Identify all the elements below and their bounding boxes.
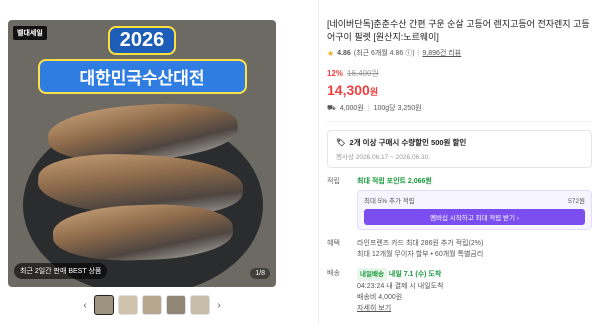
benefits-label: 혜택 bbox=[327, 240, 340, 247]
unit-price: 100g당 3,250원 bbox=[373, 105, 422, 112]
membership-extra: 최대 5% 추가 적립 bbox=[364, 198, 415, 205]
thumbnail-4[interactable] bbox=[166, 295, 186, 315]
delivery-content: 내일배송 내일 7.1 (수) 도착 04:23:24 내 결제 시 내일도착 … bbox=[357, 268, 592, 314]
rating-row: ★ 4.86 (최근 6개월 4.86 ⓘ) | 9,896건 리뷰 bbox=[327, 48, 592, 58]
benefit-installment: 최대 12개월 무이자 할부 • 60개월 특별금리 bbox=[357, 251, 484, 258]
points-content: 최대 적립 포인트 2,066원 최대 5% 추가 적립 572원 멤버십 시작… bbox=[357, 176, 592, 230]
banner-title: 대한민국수산대전 bbox=[37, 59, 247, 94]
rating-value: 4.86 bbox=[337, 49, 351, 57]
delivery-deadline: 04:23:24 내 결제 시 내일도착 bbox=[357, 283, 444, 290]
sale-price-value: 14,300 bbox=[327, 82, 370, 98]
quantity-discount-box: 🏷 2개 이상 구매시 수량할인 500원 할인 행사상 2026.06.17 … bbox=[327, 130, 592, 168]
thumbnail-2[interactable] bbox=[118, 295, 138, 315]
thumbnail-3[interactable] bbox=[142, 295, 162, 315]
benefits-content: 라인프렌즈 카드 최대 286원 추가 적립(2%) 최대 12개월 무이자 할… bbox=[357, 238, 592, 260]
delivery-row: 배송 내일배송 내일 7.1 (수) 도착 04:23:24 내 결제 시 내일… bbox=[327, 268, 592, 314]
membership-line: 최대 5% 추가 적립 572원 bbox=[364, 195, 585, 205]
delivery-details-link[interactable]: 자세히 보기 bbox=[357, 303, 592, 314]
chevron-left-icon[interactable]: ‹ bbox=[80, 300, 90, 311]
coupon-icon: 🏷 bbox=[336, 138, 346, 147]
product-info: [네이버단독]춘춘수산 간편 구운 순살 고등어 렌지고등어 전자렌지 고등어구… bbox=[327, 18, 592, 314]
promo-text: 2개 이상 구매시 수량할인 500원 할인 bbox=[349, 138, 467, 147]
star-icon: ★ bbox=[327, 48, 335, 58]
price-discount-row: 12% 16,400원 bbox=[327, 68, 592, 79]
delivery-tag-line: 내일배송 내일 7.1 (수) 도착 bbox=[357, 268, 592, 281]
max-points: 최대 적립 포인트 2,066원 bbox=[357, 178, 432, 185]
tomorrow-delivery-tag: 내일배송 bbox=[357, 268, 387, 281]
discount-rate: 12% bbox=[327, 69, 344, 78]
original-price: 16,400원 bbox=[347, 69, 379, 78]
promo-banner: 2026 대한민국수산대전 bbox=[8, 26, 276, 94]
benefits-row: 혜택 라인프렌즈 카드 최대 286원 추가 적립(2%) 최대 12개월 무이… bbox=[327, 238, 592, 260]
membership-start-button[interactable]: 멤버십 시작하고 최대 적립 받기 › bbox=[364, 209, 585, 225]
membership-amount: 572원 bbox=[568, 198, 585, 205]
review-count-link[interactable]: 9,896건 리뷰 bbox=[422, 48, 461, 58]
thumbnail-5[interactable] bbox=[190, 295, 210, 315]
chevron-right-icon[interactable]: › bbox=[214, 300, 224, 311]
thumbnail-1[interactable] bbox=[94, 295, 114, 315]
image-page-counter: 1/8 bbox=[250, 268, 270, 279]
divider bbox=[318, 0, 319, 324]
membership-card: 최대 5% 추가 적립 572원 멤버십 시작하고 최대 적립 받기 › bbox=[357, 190, 592, 230]
promo-line: 🏷 2개 이상 구매시 수량할인 500원 할인 bbox=[336, 137, 583, 148]
thumbnail-strip: ‹ › bbox=[80, 295, 224, 315]
separator: | bbox=[367, 104, 370, 112]
rating-detail[interactable]: (최근 6개월 4.86 ⓘ) bbox=[354, 48, 415, 58]
main-product-image[interactable]: 벨대세일 2026 대한민국수산대전 최근 2일간 판매 BEST 상품 1/8 bbox=[8, 20, 276, 287]
points-label: 적립 bbox=[327, 178, 340, 185]
shipping-row: ⛟ 4,000원 | 100g당 3,250원 bbox=[327, 103, 592, 113]
truck-icon: ⛟ bbox=[327, 104, 336, 112]
delivery-fee: 배송비 4,000원 bbox=[357, 294, 403, 301]
price-unit: 원 bbox=[369, 87, 379, 97]
divider bbox=[327, 121, 592, 122]
arrival-date: 내일 7.1 (수) 도착 bbox=[388, 271, 442, 278]
sale-price: 14,300원 bbox=[327, 82, 592, 98]
banner-year: 2026 bbox=[107, 26, 177, 55]
delivery-label: 배송 bbox=[327, 270, 340, 277]
product-title: [네이버단독]춘춘수산 간편 구운 순살 고등어 렌지고등어 전자렌지 고등어구… bbox=[327, 19, 590, 42]
shipping-fee: 4,000원 bbox=[339, 105, 364, 112]
product-gallery: 벨대세일 2026 대한민국수산대전 최근 2일간 판매 BEST 상품 1/8… bbox=[0, 0, 290, 324]
separator: | bbox=[417, 49, 420, 57]
best-seller-badge: 최근 2일간 판매 BEST 상품 bbox=[14, 263, 108, 279]
promo-period: 행사상 2026.06.17 ~ 2026.06.30. bbox=[336, 154, 431, 161]
benefit-card: 라인프렌즈 카드 최대 286원 추가 적립(2%) bbox=[357, 240, 484, 247]
points-row: 적립 최대 적립 포인트 2,066원 최대 5% 추가 적립 572원 멤버십… bbox=[327, 176, 592, 230]
